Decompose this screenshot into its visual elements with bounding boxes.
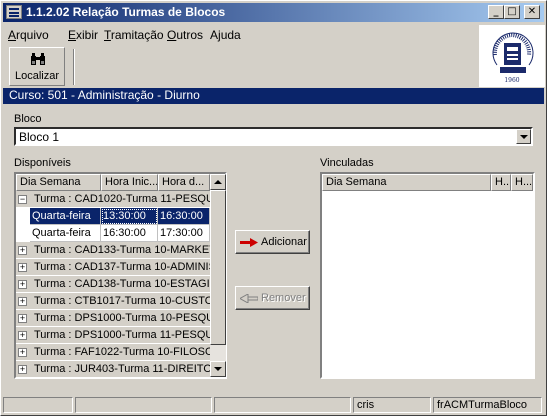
cell-inicio[interactable]: 13:30:00 (101, 208, 158, 225)
menu-outros[interactable]: Outros (167, 28, 203, 42)
menu-arquivo[interactable]: Arquivo (8, 28, 49, 42)
toolbar: Localizar (9, 47, 479, 87)
adicionar-label: Adicionar (261, 236, 307, 248)
menu-exibir[interactable]: Exibir (68, 28, 98, 42)
menu-bar: Arquivo Exibir Tramitação Outros Ajuda (3, 24, 479, 45)
group-row[interactable]: + Turma : DPS1000-Turma 11-PESQUISA (16, 327, 210, 344)
menu-ajuda[interactable]: Ajuda (210, 28, 241, 42)
arrow-right-icon (240, 238, 258, 247)
status-panel-1 (3, 397, 73, 413)
col-hora-fim[interactable]: H... (511, 174, 533, 191)
group-title: Turma : JUR403-Turma 11-DIREITO (34, 363, 210, 375)
localizar-label: Localizar (14, 70, 60, 82)
cell-fim[interactable]: 17:30:00 (158, 225, 210, 242)
status-form-name: frACMTurmaBloco (433, 397, 542, 413)
vinculadas-label: Vinculadas (320, 157, 374, 169)
main-window: 1.1.2.02 Relação Turmas de Blocos _ □ ✕ … (0, 0, 547, 416)
col-dia-semana[interactable]: Dia Semana (16, 174, 101, 191)
adicionar-button[interactable]: Adicionar (235, 230, 310, 254)
chevron-down-icon[interactable] (516, 129, 531, 144)
course-header: Curso: 501 - Administração - Diurno (3, 88, 544, 104)
expand-icon[interactable]: + (18, 331, 27, 340)
scroll-down-icon[interactable] (210, 361, 226, 377)
group-title: Turma : CAD137-Turma 10-ADMINISTRAÇÃO (34, 261, 210, 273)
group-title: Turma : CAD138-Turma 10-ESTAGIO (34, 278, 210, 290)
col-hora-fim[interactable]: Hora d... (158, 174, 210, 191)
bloco-label: Bloco (14, 113, 42, 125)
minimize-button[interactable]: _ (488, 5, 504, 19)
group-title: Turma : CAD1020-Turma 11-PESQUISA (34, 193, 210, 205)
expand-icon[interactable]: + (18, 297, 27, 306)
cell-dia[interactable]: Quarta-feira (30, 225, 101, 242)
col-hora-inicio[interactable]: H... (491, 174, 511, 191)
toolbar-separator (73, 49, 75, 85)
group-row[interactable]: + Turma : JUR403-Turma 11-DIREITO (16, 361, 210, 378)
bloco-select[interactable]: Bloco 1 (14, 127, 533, 146)
group-row-expanded[interactable]: − Turma : CAD1020-Turma 11-PESQUISA (16, 191, 210, 208)
cell-fim[interactable]: 16:30:00 (158, 208, 210, 225)
group-title: Turma : DPS1000-Turma 11-PESQUISA (34, 329, 210, 341)
binoculars-icon (31, 53, 45, 65)
app-icon[interactable] (6, 5, 22, 19)
table-row[interactable]: Quarta-feira 16:30:00 17:30:00 (16, 225, 210, 242)
expand-icon[interactable]: + (18, 348, 27, 357)
col-dia-semana[interactable]: Dia Semana (322, 174, 491, 191)
disponiveis-grid[interactable]: Dia Semana Hora Inic... Hora d... − Turm… (14, 172, 227, 379)
status-user: cris (353, 397, 431, 413)
remover-button[interactable]: Remover (235, 286, 310, 310)
cell-dia[interactable]: Quarta-feira (30, 208, 101, 225)
vertical-scrollbar[interactable] (210, 174, 226, 377)
localizar-button[interactable]: Localizar (9, 47, 65, 86)
close-button[interactable]: ✕ (524, 5, 540, 19)
title-bar[interactable]: 1.1.2.02 Relação Turmas de Blocos _ □ ✕ (3, 3, 544, 22)
university-logo: 1960 (479, 25, 545, 87)
vinculadas-grid[interactable]: Dia Semana H... H... (320, 172, 535, 379)
expand-icon[interactable]: + (18, 263, 27, 272)
menu-tramitacao[interactable]: Tramitação (104, 28, 164, 42)
remover-label: Remover (261, 292, 306, 304)
expand-icon[interactable]: + (18, 314, 27, 323)
status-panel-3 (214, 397, 351, 413)
scroll-thumb[interactable] (210, 190, 226, 345)
course-title: Curso: 501 - Administração - Diurno (9, 88, 200, 102)
group-row[interactable]: + Turma : CAD138-Turma 10-ESTAGIO (16, 276, 210, 293)
expand-icon[interactable]: + (18, 280, 27, 289)
group-row[interactable]: + Turma : FAF1022-Turma 10-FILOSOFIA (16, 344, 210, 361)
disponiveis-label: Disponíveis (14, 157, 71, 169)
collapse-icon[interactable]: − (18, 195, 27, 204)
status-panel-2 (75, 397, 212, 413)
window-title: 1.1.2.02 Relação Turmas de Blocos (26, 5, 226, 19)
bloco-select-value: Bloco 1 (19, 130, 60, 144)
group-title: Turma : FAF1022-Turma 10-FILOSOFIA (34, 346, 210, 358)
scroll-up-icon[interactable] (210, 174, 226, 190)
ufsm-seal: 1960 (492, 32, 534, 84)
group-title: Turma : DPS1000-Turma 10-PESQUISA (34, 312, 210, 324)
group-row[interactable]: + Turma : CAD137-Turma 10-ADMINISTRAÇÃO (16, 259, 210, 276)
group-title: Turma : CAD133-Turma 10-MARKETING (34, 244, 210, 256)
group-row[interactable]: + Turma : CTB1017-Turma 10-CUSTOS (16, 293, 210, 310)
group-row[interactable]: + Turma : CAD133-Turma 10-MARKETING (16, 242, 210, 259)
expand-icon[interactable]: + (18, 246, 27, 255)
expand-icon[interactable]: + (18, 365, 27, 374)
group-title: Turma : CTB1017-Turma 10-CUSTOS (34, 295, 210, 307)
logo-year: 1960 (504, 77, 519, 84)
status-bar: cris frACMTurmaBloco (3, 397, 544, 414)
table-row[interactable]: Quarta-feira 13:30:00 16:30:00 (16, 208, 210, 225)
col-hora-inicio[interactable]: Hora Inic... (101, 174, 158, 191)
cell-inicio[interactable]: 16:30:00 (101, 225, 158, 242)
arrow-left-icon (240, 294, 258, 303)
group-row[interactable]: + Turma : DPS1000-Turma 10-PESQUISA (16, 310, 210, 327)
maximize-button[interactable]: □ (504, 5, 520, 19)
